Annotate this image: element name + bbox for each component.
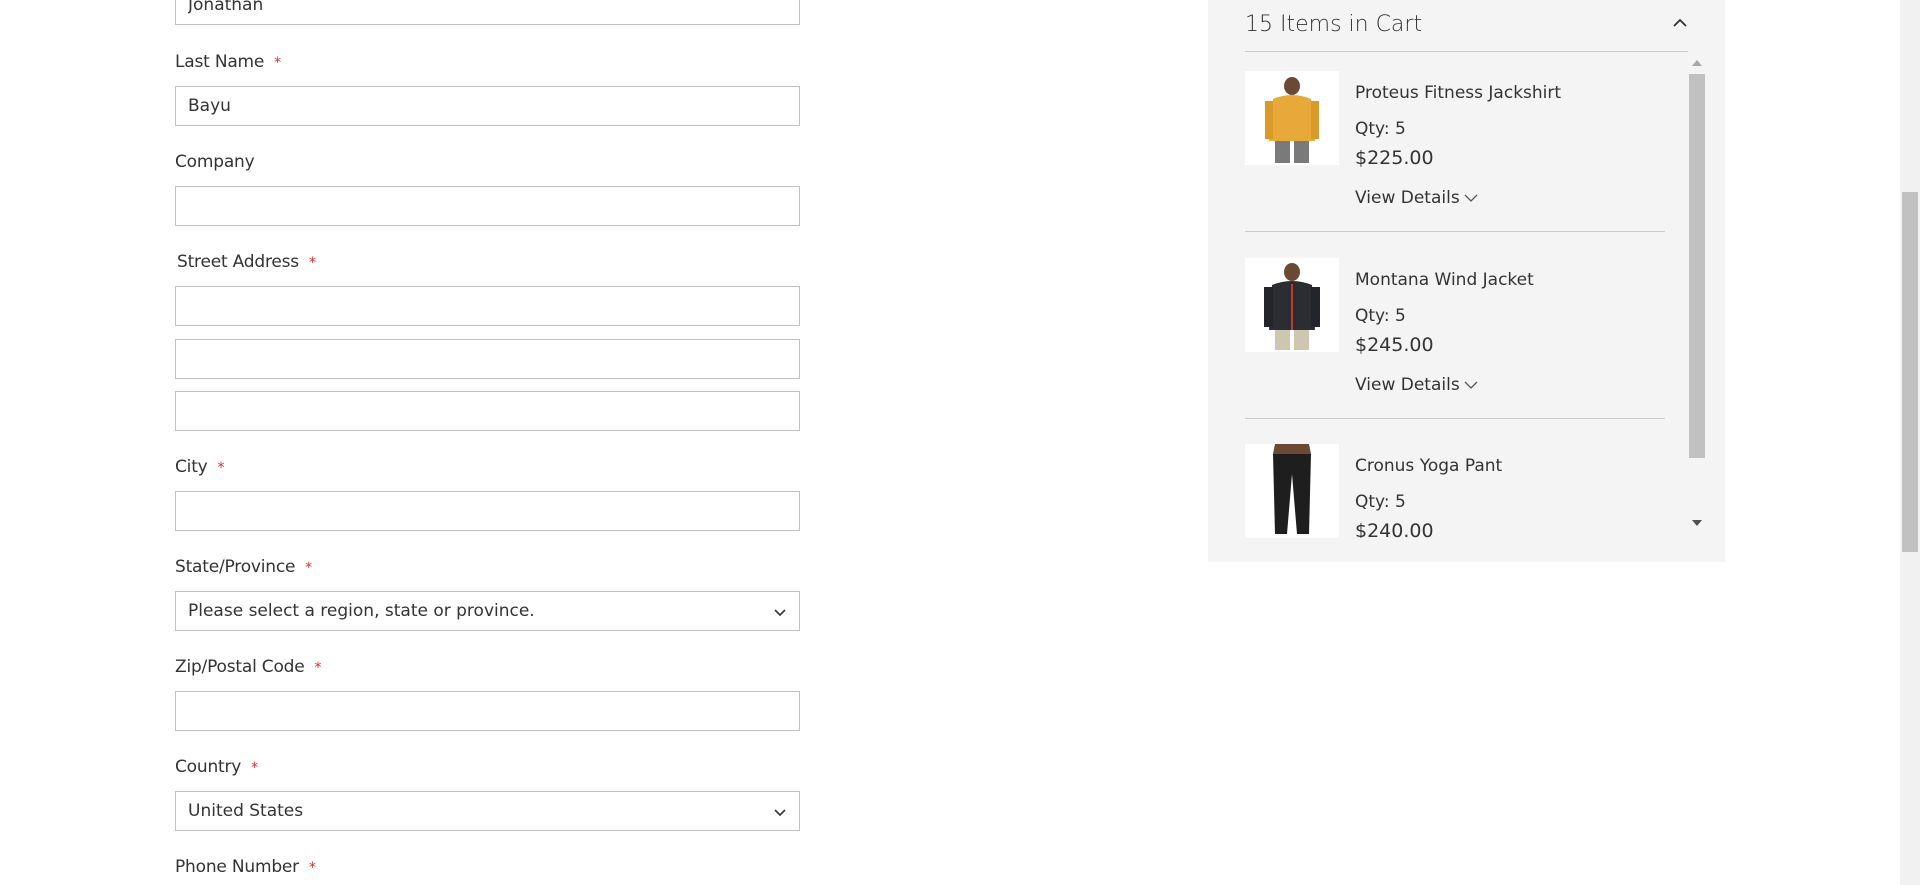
street-address-label: Street Address * — [177, 252, 316, 272]
scroll-up-arrow-icon[interactable] — [1692, 60, 1702, 66]
page-scrollbar[interactable] — [1900, 0, 1920, 885]
chevron-down-icon — [774, 809, 786, 817]
required-marker: * — [308, 860, 316, 876]
divider — [1245, 51, 1688, 52]
company-label: Company — [175, 152, 255, 172]
first-name-input[interactable] — [175, 0, 800, 25]
scrollbar-thumb[interactable] — [1902, 192, 1918, 552]
last-name-input[interactable] — [175, 86, 800, 126]
required-marker: * — [217, 460, 225, 476]
zip-postal-code-input[interactable] — [175, 691, 800, 731]
state-province-selected-value: Please select a region, state or provinc… — [188, 601, 535, 621]
product-name: Proteus Fitness Jackshirt — [1355, 83, 1562, 103]
required-marker: * — [314, 660, 322, 676]
product-price: $240.00 — [1355, 520, 1434, 538]
city-label: City * — [175, 457, 225, 477]
city-input[interactable] — [175, 491, 800, 531]
divider — [1245, 418, 1665, 419]
view-details-toggle[interactable]: View Details — [1355, 375, 1478, 395]
chevron-up-icon[interactable] — [1671, 16, 1689, 30]
product-qty: Qty: 5 — [1355, 492, 1406, 512]
state-province-label: State/Province * — [175, 557, 313, 577]
product-image — [1245, 444, 1339, 538]
cart-list-scrollbar[interactable] — [1687, 58, 1705, 534]
scrollbar-thumb[interactable] — [1689, 74, 1705, 458]
product-name: Cronus Yoga Pant — [1355, 456, 1503, 476]
scroll-down-arrow-icon[interactable] — [1692, 520, 1702, 526]
company-input[interactable] — [175, 186, 800, 226]
product-name: Montana Wind Jacket — [1355, 270, 1534, 290]
product-image — [1245, 258, 1339, 352]
street-address-line-2-input[interactable] — [175, 339, 800, 379]
chevron-down-icon — [1464, 381, 1478, 389]
product-qty: Qty: 5 — [1355, 306, 1406, 326]
chevron-down-icon — [774, 609, 786, 617]
required-marker: * — [308, 255, 316, 271]
required-marker: * — [305, 560, 313, 576]
view-details-toggle[interactable]: View Details — [1355, 188, 1478, 208]
product-price: $245.00 — [1355, 334, 1434, 356]
phone-number-label: Phone Number * — [175, 857, 316, 877]
product-price: $225.00 — [1355, 147, 1434, 169]
cart-items-list: Proteus Fitness Jackshirt Qty: 5 $225.00… — [1245, 60, 1665, 538]
country-select[interactable]: United States — [175, 791, 800, 831]
country-label: Country * — [175, 757, 258, 777]
country-selected-value: United States — [188, 801, 304, 821]
state-province-select[interactable]: Please select a region, state or provinc… — [175, 591, 800, 631]
order-summary-panel: 15 Items in Cart Proteus Fitness Jackshi… — [1208, 0, 1725, 562]
zip-postal-code-label: Zip/Postal Code * — [175, 657, 322, 677]
product-qty: Qty: 5 — [1355, 119, 1406, 139]
product-image — [1245, 71, 1339, 165]
last-name-label: Last Name * — [175, 52, 281, 72]
required-marker: * — [274, 55, 281, 71]
street-address-line-3-input[interactable] — [175, 391, 800, 431]
required-marker: * — [251, 760, 258, 776]
chevron-down-icon — [1464, 194, 1478, 202]
street-address-line-1-input[interactable] — [175, 286, 800, 326]
cart-items-title[interactable]: 15 Items in Cart — [1245, 12, 1422, 37]
divider — [1245, 231, 1665, 232]
